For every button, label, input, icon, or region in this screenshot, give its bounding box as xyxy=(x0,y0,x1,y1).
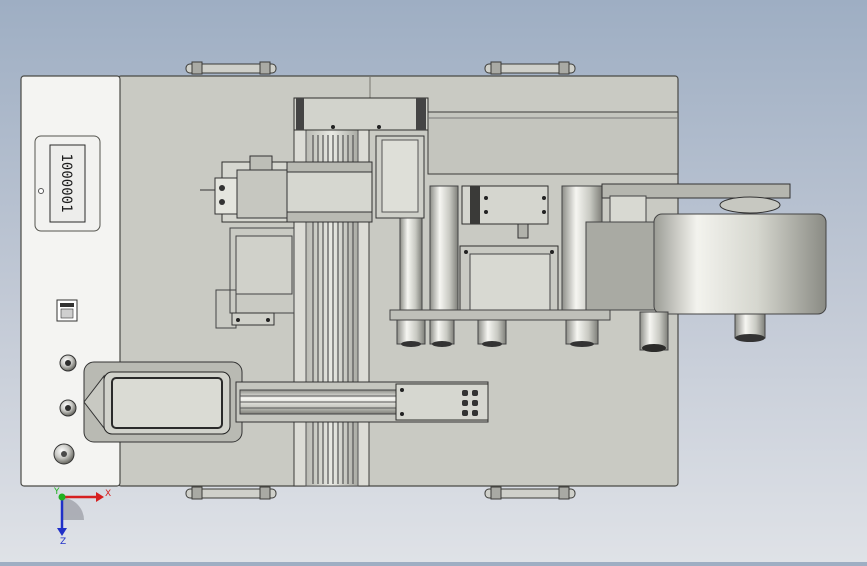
roller-peel xyxy=(477,319,507,347)
roller-mid xyxy=(429,185,459,347)
handle-bottom-left xyxy=(185,486,277,500)
knob-button[interactable] xyxy=(59,399,77,417)
horizontal-linear-module xyxy=(235,381,489,423)
axis-triad: X Y Z xyxy=(53,487,111,547)
y-axis-dot xyxy=(58,493,66,501)
handle-top-left xyxy=(185,61,277,75)
y-axis-label: Y xyxy=(53,487,60,497)
z-axis-label: Z xyxy=(60,537,66,547)
screen-icon[interactable] xyxy=(56,299,78,322)
emergency-stop-button[interactable] xyxy=(53,443,75,465)
knob-button[interactable] xyxy=(59,354,77,372)
top-cover xyxy=(427,111,679,175)
x-axis-label: X xyxy=(105,489,111,499)
sensor-bracket xyxy=(459,185,559,321)
handle-bottom-right xyxy=(484,486,576,500)
roller-left xyxy=(396,217,426,347)
display-text: 1000001 xyxy=(58,153,74,212)
machine-drawing: 1000001 X Y Z xyxy=(20,61,827,547)
cad-viewport[interactable]: 1000001 X Y Z xyxy=(0,0,867,562)
applicator-pad xyxy=(83,361,243,443)
indicator-led xyxy=(38,188,44,194)
handle-top-right xyxy=(484,61,576,75)
